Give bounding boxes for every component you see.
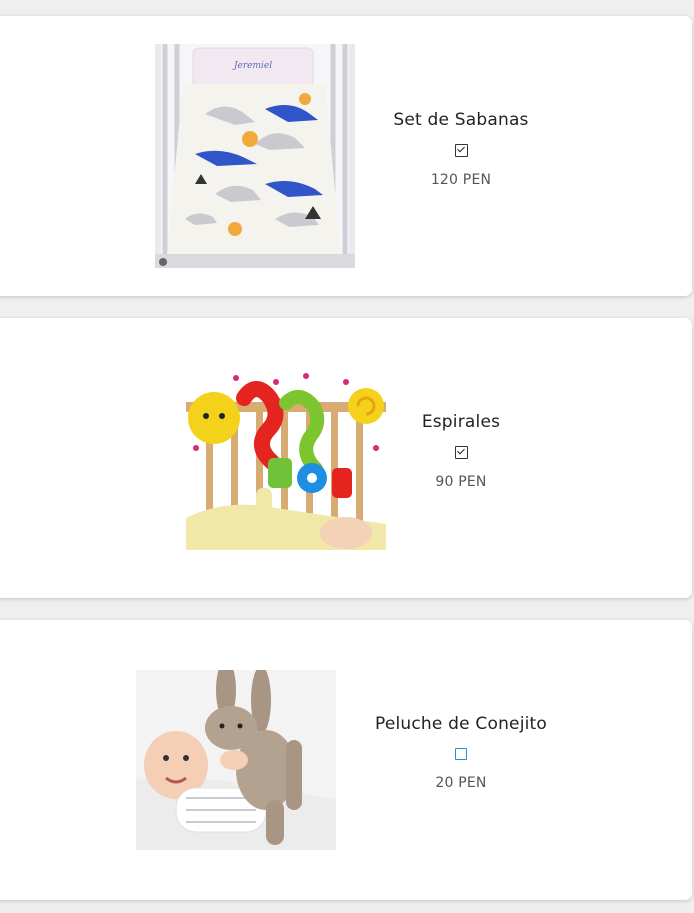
bunny-plush-photo bbox=[136, 670, 336, 850]
product-checkbox[interactable] bbox=[454, 446, 468, 459]
product-card-peluche-de-conejito: Peluche de Conejito 20 PEN bbox=[0, 620, 692, 900]
product-info: Peluche de Conejito 20 PEN bbox=[341, 714, 581, 791]
product-price: 90 PEN bbox=[435, 474, 487, 490]
product-card-espirales: Espirales 90 PEN bbox=[0, 318, 692, 598]
product-info: Espirales 90 PEN bbox=[341, 412, 581, 490]
crib-sheet-set-photo: Jeremiel bbox=[155, 44, 355, 268]
svg-text:Jeremiel: Jeremiel bbox=[232, 61, 272, 71]
product-name: Peluche de Conejito bbox=[374, 714, 548, 734]
product-card-set-de-sabanas: Jeremiel Set de Sabanas 120 PEN bbox=[0, 16, 692, 296]
product-name: Espirales bbox=[421, 412, 501, 432]
product-price: 120 PEN bbox=[430, 172, 492, 188]
product-name: Set de Sabanas bbox=[393, 110, 529, 130]
product-price: 20 PEN bbox=[435, 775, 487, 791]
product-checkbox[interactable] bbox=[455, 748, 467, 760]
product-checkbox[interactable] bbox=[454, 144, 468, 157]
product-info: Set de Sabanas 120 PEN bbox=[341, 110, 581, 188]
